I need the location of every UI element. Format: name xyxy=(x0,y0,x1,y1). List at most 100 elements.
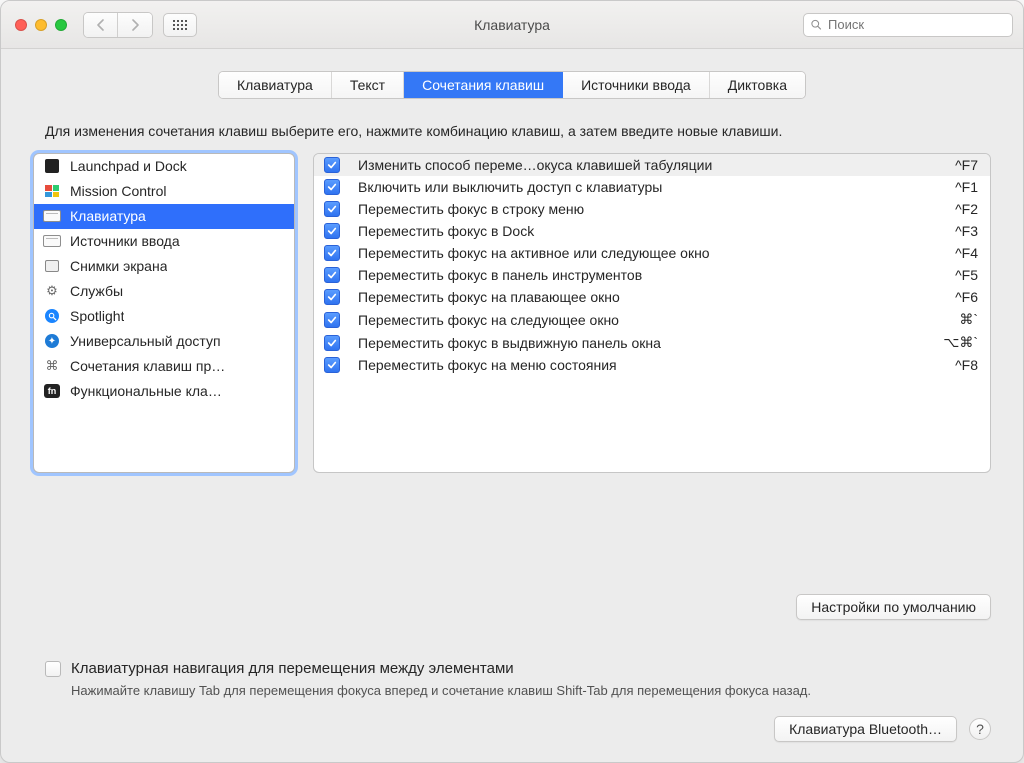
shortcut-row[interactable]: Изменить способ переме…окуса клавишей та… xyxy=(314,154,990,176)
footer: Клавиатура Bluetooth… ? xyxy=(1,698,1023,762)
shortcut-row[interactable]: Включить или выключить доступ с клавиату… xyxy=(314,176,990,198)
shortcut-checkbox[interactable] xyxy=(324,335,340,351)
shortcut-checkbox[interactable] xyxy=(324,201,340,217)
spotlight-icon xyxy=(42,308,62,324)
defaults-row: Настройки по умолчанию xyxy=(1,580,1023,620)
preferences-window: Клавиатура Клавиатура Текст Сочетания кл… xyxy=(0,0,1024,763)
shortcut-label: Переместить фокус в панель инструментов xyxy=(352,267,935,283)
tab-text[interactable]: Текст xyxy=(332,72,404,98)
sidebar-item-label: Источники ввода xyxy=(70,233,180,249)
sidebar-item-label: Универсальный доступ xyxy=(70,333,221,349)
shortcut-row[interactable]: Переместить фокус на плавающее окно^F6 xyxy=(314,286,990,308)
shortcut-label: Переместить фокус в выдвижную панель окн… xyxy=(352,335,923,351)
shortcut-checkbox[interactable] xyxy=(324,179,340,195)
shortcut-key: ^F7 xyxy=(955,157,978,173)
sidebar-item-keyboard[interactable]: Клавиатура xyxy=(34,204,294,229)
back-button[interactable] xyxy=(84,13,118,37)
shortcut-row[interactable]: Переместить фокус на меню состояния^F8 xyxy=(314,354,990,376)
chevron-right-icon xyxy=(130,19,140,31)
check-icon xyxy=(327,182,337,192)
shortcut-checkbox[interactable] xyxy=(324,223,340,239)
forward-button[interactable] xyxy=(118,13,152,37)
shortcut-key: ⌘` xyxy=(959,311,978,328)
mission-control-icon xyxy=(42,183,62,199)
keyboard-nav-subtext: Нажимайте клавишу Tab для перемещения фо… xyxy=(45,677,979,698)
shortcut-row[interactable]: Переместить фокус в Dock ^F3 xyxy=(314,220,990,242)
screenshots-icon xyxy=(42,258,62,274)
restore-defaults-button[interactable]: Настройки по умолчанию xyxy=(796,594,991,620)
tab-bar: Клавиатура Текст Сочетания клавиш Источн… xyxy=(1,49,1023,99)
close-button[interactable] xyxy=(15,19,27,31)
sidebar-item-label: Spotlight xyxy=(70,308,124,324)
shortcut-checkbox[interactable] xyxy=(324,267,340,283)
keyboard-nav-section: Клавиатурная навигация для перемещения м… xyxy=(1,620,1023,698)
keyboard-icon xyxy=(42,208,62,224)
help-button[interactable]: ? xyxy=(969,718,991,740)
shortcut-label: Переместить фокус на следующее окно xyxy=(352,312,939,328)
check-icon xyxy=(327,292,337,302)
tab-dictation[interactable]: Диктовка xyxy=(710,72,805,98)
instructions-text: Для изменения сочетания клавиш выберите … xyxy=(1,99,1023,153)
shortcut-checkbox[interactable] xyxy=(324,312,340,328)
sidebar-item-label: Сочетания клавиш пр… xyxy=(70,358,225,374)
shortcut-row[interactable]: Переместить фокус в строку меню^F2 xyxy=(314,198,990,220)
content-panes: Launchpad и Dock Mission Control Клавиат… xyxy=(1,153,1023,580)
shortcut-row[interactable]: Переместить фокус в панель инструментов^… xyxy=(314,264,990,286)
sidebar-item-spotlight[interactable]: Spotlight xyxy=(34,304,294,329)
accessibility-icon: ✦ xyxy=(42,333,62,349)
shortcut-row[interactable]: Переместить фокус на активное или следую… xyxy=(314,242,990,264)
shortcut-row[interactable]: Переместить фокус в выдвижную панель окн… xyxy=(314,331,990,354)
check-icon xyxy=(327,226,337,236)
sidebar-item-accessibility[interactable]: ✦ Универсальный доступ xyxy=(34,329,294,354)
shortcut-checkbox[interactable] xyxy=(324,289,340,305)
shortcut-key: ^F4 xyxy=(955,245,978,261)
shortcut-label: Изменить способ переме…окуса клавишей та… xyxy=(352,157,935,173)
keyboard-nav-label: Клавиатурная навигация для перемещения м… xyxy=(71,660,514,677)
bluetooth-keyboard-button[interactable]: Клавиатура Bluetooth… xyxy=(774,716,957,742)
window-controls xyxy=(15,19,67,31)
sidebar-item-screenshots[interactable]: Снимки экрана xyxy=(34,254,294,279)
check-icon xyxy=(327,338,337,348)
sidebar-item-mission-control[interactable]: Mission Control xyxy=(34,179,294,204)
sidebar-item-label: Launchpad и Dock xyxy=(70,158,187,174)
check-icon xyxy=(327,204,337,214)
tab-row: Клавиатура Текст Сочетания клавиш Источн… xyxy=(218,71,806,99)
keyboard-nav-checkbox-row[interactable]: Клавиатурная навигация для перемещения м… xyxy=(45,660,979,677)
sidebar-item-app-shortcuts[interactable]: ⌘ Сочетания клавиш пр… xyxy=(34,354,294,379)
shortcut-key: ⌥⌘` xyxy=(943,334,978,351)
input-sources-icon xyxy=(42,233,62,249)
search-input[interactable] xyxy=(826,16,1006,33)
shortcut-label: Включить или выключить доступ с клавиату… xyxy=(352,179,935,195)
sidebar-item-services[interactable]: ⚙︎ Службы xyxy=(34,279,294,304)
shortcut-checkbox[interactable] xyxy=(324,357,340,373)
shortcut-label: Переместить фокус в Dock xyxy=(352,223,935,239)
show-all-button[interactable] xyxy=(163,13,197,37)
tab-shortcuts[interactable]: Сочетания клавиш xyxy=(404,72,563,98)
maximize-button[interactable] xyxy=(55,19,67,31)
tab-keyboard[interactable]: Клавиатура xyxy=(219,72,332,98)
keyboard-nav-checkbox[interactable] xyxy=(45,661,61,677)
sidebar-item-input-sources[interactable]: Источники ввода xyxy=(34,229,294,254)
check-icon xyxy=(327,360,337,370)
shortcut-label: Переместить фокус на активное или следую… xyxy=(352,245,935,261)
sidebar-item-label: Снимки экрана xyxy=(70,258,167,274)
sidebar-item-launchpad[interactable]: Launchpad и Dock xyxy=(34,154,294,179)
sidebar-item-label: Службы xyxy=(70,283,123,299)
search-field[interactable] xyxy=(803,13,1013,37)
check-icon xyxy=(327,160,337,170)
shortcut-key: ^F3 xyxy=(955,223,978,239)
shortcut-row[interactable]: Переместить фокус на следующее окно ⌘` xyxy=(314,308,990,331)
grid-icon xyxy=(173,20,187,30)
sidebar-item-label: Функциональные кла… xyxy=(70,383,222,399)
nav-segmented xyxy=(83,12,153,38)
minimize-button[interactable] xyxy=(35,19,47,31)
sidebar-item-label: Клавиатура xyxy=(70,208,146,224)
category-sidebar[interactable]: Launchpad и Dock Mission Control Клавиат… xyxy=(33,153,295,473)
shortcut-list[interactable]: Изменить способ переме…окуса клавишей та… xyxy=(313,153,991,473)
shortcut-key: ^F1 xyxy=(955,179,978,195)
sidebar-item-function-keys[interactable]: fn Функциональные кла… xyxy=(34,379,294,404)
shortcut-label: Переместить фокус на меню состояния xyxy=(352,357,935,373)
shortcut-checkbox[interactable] xyxy=(324,157,340,173)
tab-input-sources[interactable]: Источники ввода xyxy=(563,72,710,98)
shortcut-checkbox[interactable] xyxy=(324,245,340,261)
